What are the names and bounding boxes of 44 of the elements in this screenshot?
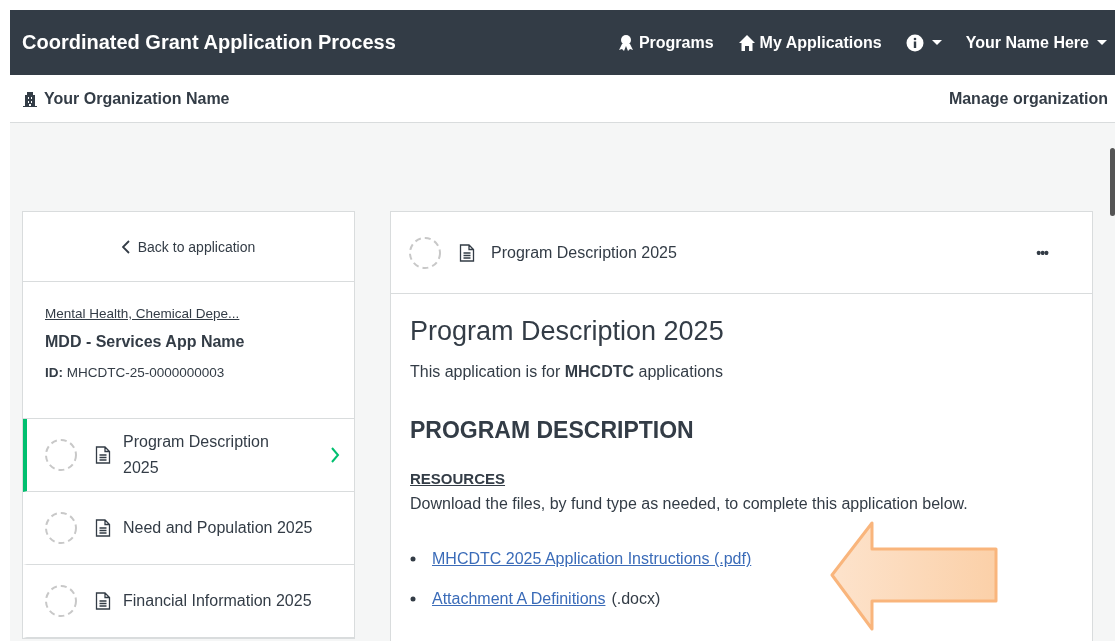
dropdown-menu-button[interactable] xyxy=(905,33,942,52)
nav-link[interactable]: My Applications xyxy=(737,33,882,52)
more-options-button[interactable]: ••• xyxy=(1036,244,1048,261)
app-title[interactable]: Coordinated Grant Application Process xyxy=(22,31,396,54)
intro-text: This application is for MHCDTC applications xyxy=(410,363,724,381)
status-circle-icon xyxy=(44,438,78,472)
building-icon xyxy=(22,90,38,107)
document-icon xyxy=(95,519,111,537)
bullet-icon xyxy=(410,596,416,602)
status-circle-icon xyxy=(44,511,78,545)
subsection-heading: RESOURCES xyxy=(410,470,507,487)
bullet-icon xyxy=(410,556,416,562)
chevron-right-icon xyxy=(330,446,340,464)
page-heading: Program Description 2025 xyxy=(410,316,725,347)
document-icon xyxy=(95,446,111,464)
status-circle-icon xyxy=(408,235,442,270)
description-text: Download the files, by fund type as needed, to complete this application below. xyxy=(410,495,969,513)
agency-link[interactable]: Mental Health, Chemical Depe... xyxy=(45,306,332,321)
document-icon xyxy=(459,243,475,262)
application-id: ID: MHCDTC-25-0000000003 xyxy=(45,365,226,380)
section-nav-item[interactable]: Financial Information 2025 xyxy=(23,565,354,638)
caret-icon xyxy=(931,39,942,46)
dropdown-menu-button[interactable]: Your Name Here xyxy=(965,33,1107,52)
manage-organization-link[interactable]: Manage organization xyxy=(948,89,1108,108)
award-ribbon-icon xyxy=(616,33,635,52)
nav-link[interactable]: Programs xyxy=(616,33,714,52)
organization-name: Your Organization Name xyxy=(44,89,230,108)
section-nav-item[interactable]: Program Description 2025 xyxy=(23,419,354,492)
chevron-left-icon xyxy=(121,239,130,254)
section-nav-item[interactable]: Need and Population 2025 xyxy=(23,492,354,565)
caret-icon xyxy=(1097,39,1107,46)
status-circle-icon xyxy=(44,584,78,618)
section-heading: PROGRAM DESCRIPTION xyxy=(410,417,695,444)
file-type-text: (.docx) xyxy=(611,590,661,608)
card-title: Program Description 2025 xyxy=(491,243,678,262)
scrollbar-thumb[interactable] xyxy=(1110,148,1115,216)
callout-arrow-icon xyxy=(830,521,1000,633)
resource-link[interactable]: Attachment A Definitions xyxy=(432,590,606,608)
resource-link[interactable]: MHCDTC 2025 Application Instructions (.pdf) xyxy=(432,550,752,568)
application-name: MDD - Services App Name xyxy=(45,333,246,351)
back-link[interactable]: Back to application xyxy=(121,238,256,255)
info-icon xyxy=(905,33,924,52)
home-icon xyxy=(737,33,756,52)
document-icon xyxy=(95,592,111,610)
